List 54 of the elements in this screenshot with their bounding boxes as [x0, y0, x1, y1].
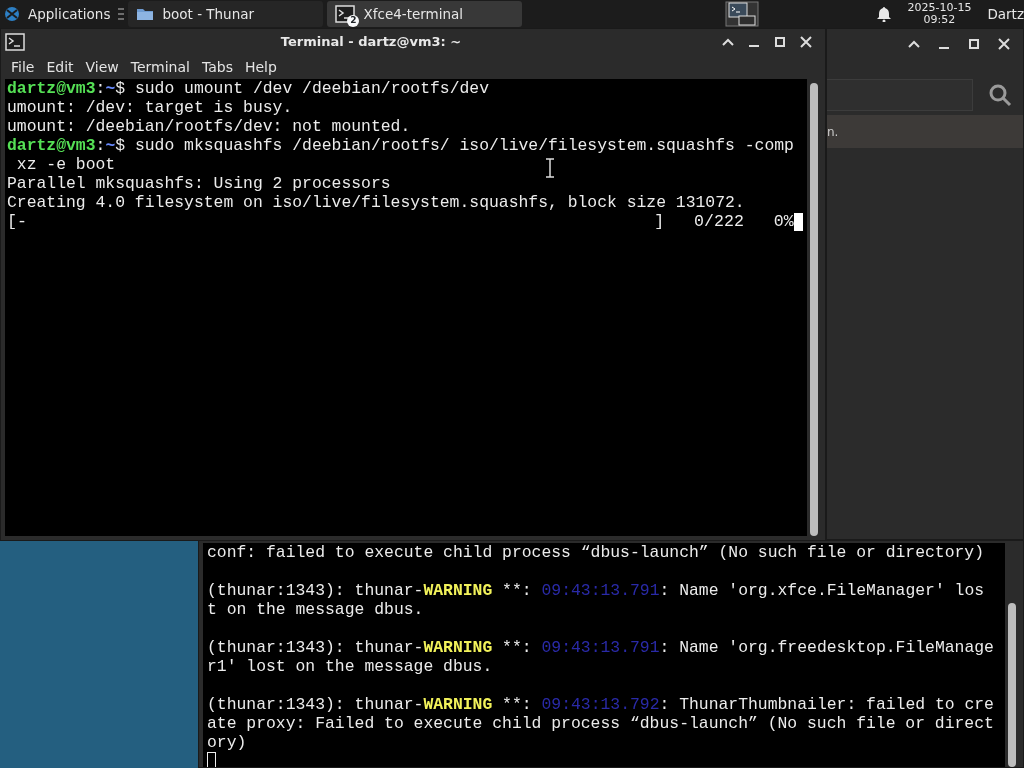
- terminal-line: xz -e boot: [15, 155, 116, 174]
- terminal-line: (thunar:1343): thunar-WARNING **: 09:43:13.791: Name 'org.freedesktop.FileManager1' lost on the message dbus.: [207, 638, 995, 676]
- menu-item[interactable]: View: [79, 56, 125, 78]
- menu-item[interactable]: Edit: [40, 56, 80, 78]
- progress-bar-end: ]: [654, 212, 665, 231]
- maximize-icon: [969, 39, 979, 49]
- terminal-line: umount: /deebian/rootfs/dev: not mounted.: [7, 117, 412, 136]
- menu-item[interactable]: Terminal: [124, 56, 196, 78]
- window-title: Terminal - dartz@vm3: ~: [279, 33, 463, 52]
- minimize-icon: [749, 45, 759, 47]
- terminal-line: Parallel mksquashfs: Using 2 processors: [7, 174, 392, 193]
- menu-item[interactable]: File: [5, 56, 41, 78]
- text-cursor: [207, 752, 216, 767]
- close-icon: [800, 36, 812, 48]
- search-field[interactable]: [827, 79, 973, 111]
- clock-time: 09:52: [923, 14, 956, 26]
- user-name[interactable]: Dartz: [987, 3, 1024, 25]
- info-bar-text: n.: [827, 123, 839, 141]
- taskbar-button[interactable]: 2 Xfce4-terminal: [327, 1, 523, 27]
- scrollbar-thumb[interactable]: [810, 83, 818, 536]
- notification-bell-icon: [877, 6, 892, 22]
- menu-item[interactable]: Help: [238, 56, 283, 78]
- progress-percent: 0%: [773, 212, 794, 231]
- terminal-icon: [335, 5, 356, 23]
- count-badge: 2: [347, 15, 360, 27]
- terminal-line: Creating 4.0 filesystem on iso/live/filesystem.squashfs, block size 131072.: [7, 193, 746, 212]
- progress-count: 0/222: [694, 212, 744, 231]
- terminal-line: (thunar:1343): thunar-WARNING **: 09:43:13.792: ThunarThumbnailer: failed to create proxy: Failed to execute child process “dbus-launch” (No such file or directory): [207, 695, 995, 752]
- folder-icon: [136, 7, 155, 21]
- xfce-logo-icon: [4, 6, 20, 22]
- maximize-icon: [775, 37, 785, 47]
- taskbar-button[interactable]: boot - Thunar: [128, 1, 324, 27]
- minimize-icon: [939, 47, 949, 49]
- text-cursor: [793, 212, 803, 231]
- terminal-line: dartz@vm3:~$ sudo mksquashfs /deebian/rootfs/ iso/live/filesystem.squashfs -comp: [7, 136, 795, 155]
- shade-icon: [908, 40, 920, 48]
- search-icon: [988, 83, 1012, 107]
- mouse-cursor-icon: [545, 158, 555, 178]
- menu-item[interactable]: Tabs: [195, 56, 239, 78]
- terminal-line: dartz@vm3:~$ sudo umount /dev /deebian/rootfs/dev: [7, 79, 490, 98]
- terminal-line: (thunar:1343): thunar-WARNING **: 09:43:13.791: Name 'org.xfce.FileManager' lost on the message dbus.: [207, 581, 986, 619]
- terminal-line: conf: failed to execute child process “dbus-launch” (No such file or directory): [207, 543, 986, 562]
- task-label: Xfce4-terminal: [363, 4, 464, 24]
- applications-menu-button[interactable]: Applications: [0, 1, 119, 27]
- workspace-switcher[interactable]: [725, 1, 760, 27]
- progress-bar-start: [-: [7, 212, 27, 231]
- clock-date: 2025-10-15: [907, 2, 972, 14]
- scrollbar-thumb[interactable]: [1008, 603, 1016, 767]
- shade-icon: [722, 38, 734, 46]
- task-label: boot - Thunar: [162, 4, 255, 24]
- close-icon: [998, 38, 1010, 50]
- terminal-line: umount: /dev: target is busy.: [7, 98, 294, 117]
- terminal-icon: [5, 33, 25, 51]
- panel-grip-icon: [118, 7, 125, 21]
